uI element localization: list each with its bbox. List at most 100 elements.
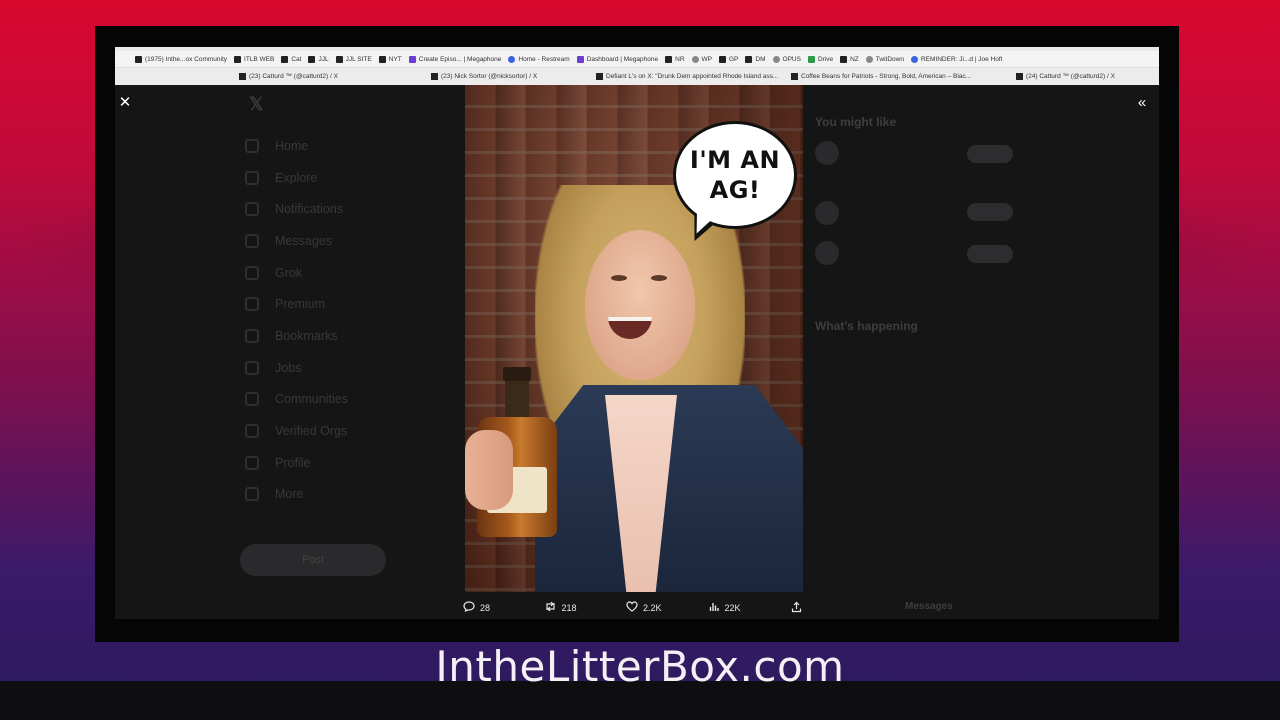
browser-window: (1975) Inthe...ox Community ITLB WEB Cat JJ… [115, 47, 1159, 619]
follow-button[interactable] [967, 145, 1013, 163]
repost-button[interactable]: 218 [544, 601, 626, 615]
nav-icon [245, 455, 259, 470]
bookmark-item[interactable]: Cat [281, 55, 301, 63]
suggest-avatar[interactable] [815, 201, 839, 225]
tab-title: Defiant L's on X: "Drunk Dem appointed R… [606, 73, 779, 80]
nav-item[interactable]: Communities [245, 384, 348, 416]
bookmark-item[interactable]: DM [745, 55, 766, 63]
gp-icon [719, 55, 726, 63]
woman-face [585, 230, 695, 380]
bookmark-item[interactable]: ITLB WEB [234, 55, 274, 63]
browser-tab[interactable]: Coffee Beans for Patriots - Strong, Bold… [785, 73, 977, 80]
reply-icon [463, 601, 475, 615]
bookmark-item[interactable]: NR [665, 55, 685, 63]
nav-icon [245, 487, 259, 502]
nav-item[interactable]: Grok [245, 257, 348, 289]
messages-drawer[interactable]: Messages [905, 601, 953, 612]
repost-icon [544, 601, 557, 615]
bookmark-item[interactable]: JJL SITE [335, 55, 372, 63]
bookmark-label: OPUS [782, 55, 801, 63]
nav-label: Grok [275, 265, 303, 280]
eye [651, 275, 667, 281]
bookmark-label: Create Episo... | Megaphone [418, 55, 502, 63]
x-icon [239, 73, 246, 80]
like-button[interactable]: 2.2K [626, 601, 708, 615]
x-icon [281, 55, 289, 63]
x-logo[interactable]: 𝕏 [249, 94, 264, 115]
left-nav: Home Explore Notifications Messages Grok Prem… [245, 130, 348, 510]
close-icon[interactable]: ✕ [116, 93, 134, 111]
nav-item[interactable]: Jobs [245, 352, 348, 384]
bookmarks-bar: (1975) Inthe...ox Community ITLB WEB Cat JJ… [115, 51, 1159, 68]
bookmark-item[interactable]: REMINDER: Ji...d | Joe Hoft [910, 55, 1002, 63]
bookmark-item[interactable]: GP [719, 55, 738, 63]
bookmark-item[interactable]: WP [691, 55, 712, 63]
speech-bubble: I'M AN AG! [673, 121, 797, 229]
footer-brand-text: IntheLitterBox.com [435, 642, 845, 691]
nav-item[interactable]: Messages [245, 225, 348, 257]
bookmark-item[interactable]: TwitDown [865, 55, 904, 63]
bookmark-item[interactable]: JJL [308, 55, 329, 63]
browser-tab[interactable]: (23) Nick Sortor (@nicksortor) / X [425, 73, 543, 80]
nav-item[interactable]: Notifications [245, 193, 348, 225]
reply-count: 28 [480, 603, 491, 613]
bookmark-label: (1975) Inthe...ox Community [145, 55, 228, 63]
browser-tab[interactable]: (24) Catturd ™ (@catturd2) / X [1010, 73, 1121, 80]
opus-icon [772, 55, 780, 63]
bookmark-item[interactable]: OPUS [772, 55, 801, 63]
tweet-media-image[interactable]: I'M AN AG! [465, 85, 803, 592]
tab-title: (23) Catturd ™ (@catturd2) / X [249, 73, 338, 80]
nav-label: Communities [275, 392, 348, 407]
x-icon [1016, 73, 1023, 80]
nav-label: More [275, 487, 304, 502]
bookmark-item[interactable]: Create Episo... | Megaphone [408, 55, 502, 63]
nav-item[interactable]: Premium [245, 288, 348, 320]
browser-tab[interactable]: (23) Catturd ™ (@catturd2) / X [233, 73, 344, 80]
browser-tab[interactable]: Defiant L's on X: "Drunk Dem appointed R… [590, 73, 784, 80]
suggest-avatar[interactable] [815, 241, 839, 265]
bookmark-item[interactable]: (1975) Inthe...ox Community [135, 55, 228, 63]
bookmark-item[interactable]: Home - Restream [508, 55, 570, 63]
nav-item[interactable]: Explore [245, 162, 348, 194]
eye [611, 275, 627, 281]
nyt-icon [378, 55, 386, 63]
bookmark-item[interactable]: NYT [378, 55, 402, 63]
bookmark-item[interactable]: Dashboard | Megaphone [576, 55, 659, 63]
bookmark-item[interactable]: Drive [807, 55, 834, 63]
bookmark-label: Drive [817, 55, 834, 63]
follow-button[interactable] [967, 245, 1013, 263]
nav-item[interactable]: Profile [245, 447, 348, 479]
apps-icon [135, 55, 142, 63]
twitdown-icon [865, 55, 873, 63]
share-button[interactable] [791, 601, 807, 616]
tweet-action-bar: 28 218 2.2K 22K [463, 599, 807, 617]
follow-button[interactable] [967, 203, 1013, 221]
nav-icon [245, 297, 259, 312]
nav-icon [245, 233, 259, 248]
nav-icon [245, 424, 259, 439]
nav-item[interactable]: Verified Orgs [245, 415, 348, 447]
dm-icon [745, 55, 753, 63]
nav-icon [245, 202, 259, 217]
heart-icon [626, 601, 638, 615]
reminder-icon [910, 55, 918, 63]
bookmark-label: TwitDown [875, 55, 904, 63]
nav-item[interactable]: Bookmarks [245, 320, 348, 352]
tab-title: (23) Nick Sortor (@nicksortor) / X [441, 73, 538, 80]
bookmark-label: JJL SITE [345, 55, 372, 63]
whats-happening-heading: What's happening [815, 319, 918, 333]
restream-icon [508, 55, 516, 63]
nav-item[interactable]: Home [245, 130, 348, 162]
reply-button[interactable]: 28 [463, 601, 544, 615]
nav-item[interactable]: More [245, 479, 348, 511]
nav-label: Home [275, 138, 309, 153]
speech-bubble-text: I'M AN AG! [689, 146, 781, 204]
nav-icon [245, 138, 259, 153]
bookmark-label: Dashboard | Megaphone [586, 55, 659, 63]
views-button[interactable]: 22K [709, 601, 791, 615]
post-button[interactable]: Post [240, 544, 386, 576]
bookmark-item[interactable]: NZ [840, 55, 859, 63]
nav-icon [245, 328, 259, 343]
collapse-panel-icon[interactable]: « [1133, 93, 1151, 111]
suggest-avatar[interactable] [815, 141, 839, 165]
